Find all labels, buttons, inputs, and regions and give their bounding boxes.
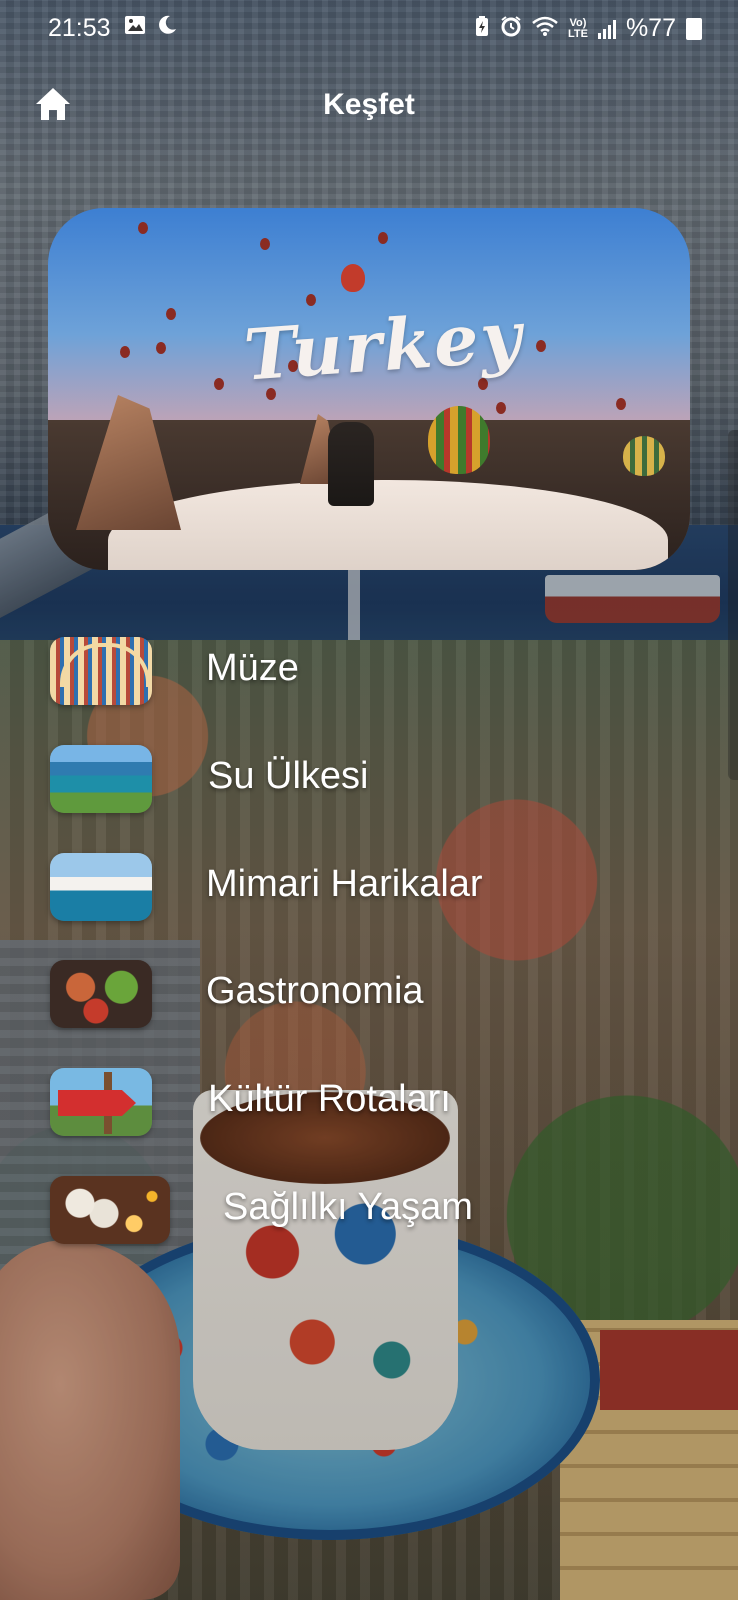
status-bar: 21:53 Vo) LTE %77 bbox=[0, 0, 738, 58]
menu-item-label: Müze bbox=[206, 647, 299, 689]
hot-air-balloon bbox=[623, 436, 665, 476]
status-time: 21:53 bbox=[48, 14, 111, 42]
menu-item-mimari-harikalar[interactable]: Mimari Harikalar bbox=[48, 853, 608, 925]
page-title: Keşfet bbox=[323, 88, 415, 121]
coast-thumbnail bbox=[50, 745, 152, 813]
status-right-icons: Vo) LTE %77 bbox=[474, 14, 702, 43]
hot-air-balloon bbox=[166, 308, 176, 320]
hero-banner[interactable]: Turkey bbox=[48, 208, 690, 570]
menu-item-kultur-rotalari[interactable]: Kültür Rotaları bbox=[48, 1068, 608, 1140]
hot-air-balloon bbox=[428, 406, 490, 474]
menu-item-label: Kültür Rotaları bbox=[208, 1078, 451, 1120]
hot-air-balloon bbox=[341, 264, 365, 292]
culture-route-thumbnail bbox=[50, 1068, 152, 1136]
menu-item-su-ulkesi[interactable]: Su Ülkesi bbox=[48, 745, 608, 817]
couple-silhouette bbox=[328, 422, 374, 506]
menu-item-label: Sağlılkı Yaşam bbox=[223, 1186, 473, 1228]
food-thumbnail bbox=[50, 960, 152, 1028]
battery-percent: %77 bbox=[625, 14, 676, 42]
hot-air-balloon bbox=[496, 402, 506, 414]
menu-item-muze[interactable]: Müze bbox=[48, 637, 608, 709]
moon-icon bbox=[156, 14, 178, 42]
battery-saver-icon bbox=[474, 15, 490, 43]
menu-item-label: Su Ülkesi bbox=[208, 755, 369, 797]
app-header: Keşfet bbox=[0, 70, 738, 140]
hot-air-balloon bbox=[214, 378, 224, 390]
battery-icon bbox=[686, 17, 702, 40]
architecture-thumbnail bbox=[50, 853, 152, 921]
menu-item-gastronomia[interactable]: Gastronomia bbox=[48, 960, 608, 1032]
gallery-icon bbox=[124, 14, 146, 42]
alarm-icon bbox=[500, 15, 522, 43]
hot-air-balloon bbox=[156, 342, 166, 354]
menu-item-label: Mimari Harikalar bbox=[206, 863, 483, 905]
scrollbar[interactable] bbox=[728, 430, 738, 780]
wifi-icon bbox=[532, 16, 558, 42]
hot-air-balloon bbox=[138, 222, 148, 234]
spa-thumbnail bbox=[50, 1176, 170, 1244]
signal-icon bbox=[597, 19, 616, 39]
hot-air-balloon bbox=[536, 340, 546, 352]
menu-item-label: Gastronomia bbox=[206, 970, 424, 1012]
volte-icon: Vo) LTE bbox=[567, 16, 588, 40]
hot-air-balloon bbox=[120, 346, 130, 358]
status-left-icons bbox=[124, 14, 178, 42]
hot-air-balloon bbox=[306, 294, 316, 306]
hot-air-balloon bbox=[260, 238, 270, 250]
menu-item-saglikli-yasam[interactable]: Sağlılkı Yaşam bbox=[48, 1176, 608, 1248]
hot-air-balloon bbox=[378, 232, 388, 244]
museum-thumbnail bbox=[50, 637, 152, 705]
hot-air-balloon bbox=[616, 398, 626, 410]
